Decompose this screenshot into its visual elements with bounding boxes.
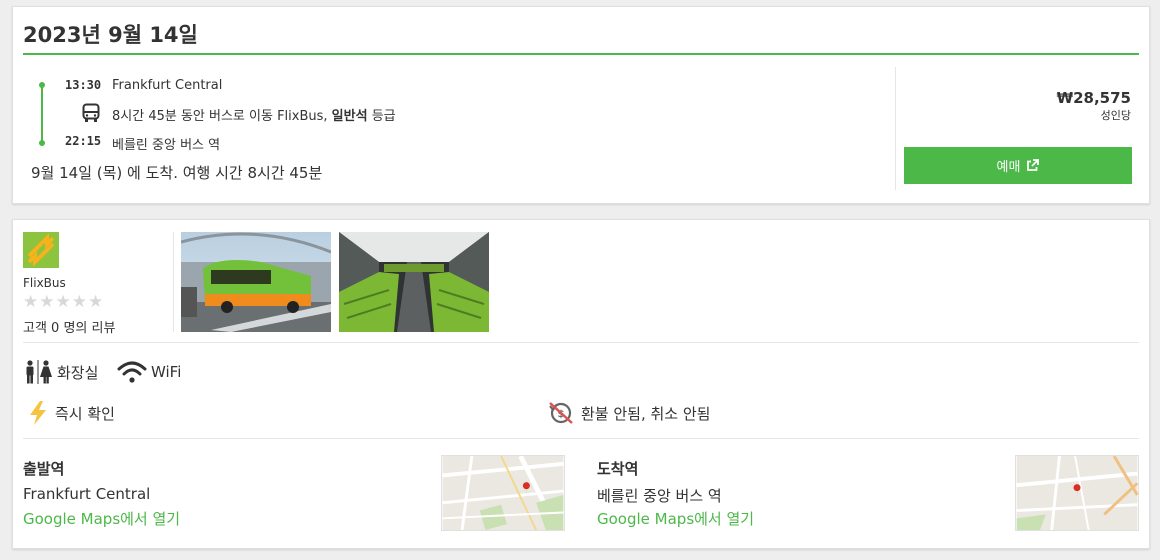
no-refund-icon: $ (549, 402, 573, 424)
amenity-label: 화장실 (57, 363, 99, 382)
star-icon: ★ (39, 292, 55, 312)
external-link-icon (1027, 159, 1040, 171)
departure-section-station: Frankfurt Central (23, 485, 151, 503)
feature-no-refund: $ 환불 안됨, 취소 안됨 (547, 400, 710, 426)
amenity-wifi: WiFi (117, 360, 181, 384)
title-underline (23, 53, 1139, 55)
operator-card: FlixBus ★ ★ ★ ★ ★ 고객 0 명의 리뷰 화장실 WiFi 즉시… (12, 219, 1150, 549)
route-timeline (39, 79, 45, 149)
arrival-section-station: 베를린 중앙 버스 역 (597, 487, 722, 505)
no-refund-label: 환불 안됨, 취소 안됨 (581, 404, 711, 423)
arrival-map-thumbnail[interactable] (1015, 455, 1139, 531)
arrival-time: 22:15 (65, 134, 102, 148)
flixbus-logo[interactable] (23, 232, 59, 268)
instant-confirmation-label: 즉시 확인 (55, 404, 115, 423)
timeline-line (41, 83, 43, 145)
departure-station: Frankfurt Central (112, 78, 223, 93)
amenity-restroom: 화장실 (23, 360, 98, 384)
arrival-dot (39, 140, 45, 146)
trip-summary-card: 2023년 9월 14일 13:30 Frankfurt Central 8시간… (12, 6, 1150, 204)
operator-name: FlixBus (23, 276, 66, 290)
star-icon: ★ (23, 292, 39, 312)
rating-stars: ★ ★ ★ ★ ★ (23, 294, 103, 311)
book-button-label: 예매 (996, 160, 1021, 175)
departure-dot (39, 82, 45, 88)
trip-date-title: 2023년 9월 14일 (23, 23, 198, 47)
arrival-note: 9월 14일 (목) 에 도착. 여행 시간 8시간 45분 (31, 164, 323, 182)
ride-class: 일반석 (331, 109, 368, 124)
ride-class-suffix: 등급 (367, 109, 396, 124)
departure-map-thumbnail[interactable] (441, 455, 565, 531)
arrival-section-title: 도착역 (597, 460, 639, 478)
operator-divider (173, 232, 174, 332)
lightning-icon (30, 401, 46, 425)
ride-info-text: 8시간 45분 동안 버스로 이동 FlixBus, (112, 109, 332, 124)
star-icon: ★ (55, 292, 71, 312)
stations-divider (23, 438, 1139, 439)
bus-exterior-photo[interactable] (181, 232, 331, 332)
departure-time: 13:30 (65, 78, 102, 92)
star-icon: ★ (71, 292, 87, 312)
bus-icon (82, 103, 100, 122)
book-button[interactable]: 예매 (904, 147, 1132, 184)
price: ₩28,575 (1056, 89, 1131, 107)
restroom-icon (26, 360, 52, 384)
wifi-icon (117, 361, 147, 383)
departure-maps-link[interactable]: Google Maps에서 열기 (23, 508, 180, 529)
feature-instant-confirmation: 즉시 확인 (27, 400, 115, 426)
star-icon: ★ (88, 292, 104, 312)
ride-info: 8시간 45분 동안 버스로 이동 FlixBus, 일반석 등급 (112, 105, 396, 124)
review-count[interactable]: 고객 0 명의 리뷰 (23, 317, 115, 336)
amenity-label: WiFi (151, 363, 182, 381)
arrival-maps-link[interactable]: Google Maps에서 열기 (597, 508, 754, 529)
price-per-adult: 성인당 (1100, 109, 1131, 122)
bus-interior-photo[interactable] (339, 232, 489, 332)
departure-section-title: 출발역 (23, 460, 65, 478)
arrival-station: 베를린 중앙 버스 역 (112, 138, 221, 153)
amenities-divider (23, 342, 1139, 343)
price-divider (895, 67, 896, 190)
